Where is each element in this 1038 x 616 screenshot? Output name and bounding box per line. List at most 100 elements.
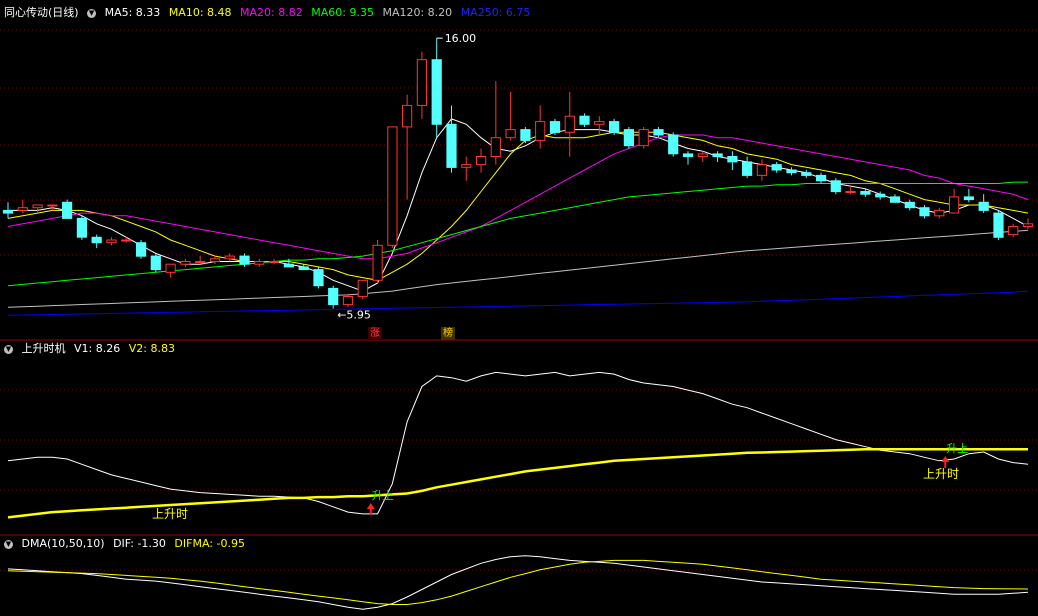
candle-body [579,115,590,125]
candle-body [668,134,679,155]
candle-body [653,129,664,136]
candle-body [476,156,487,166]
candle-body [150,255,161,271]
sub1-title: 上升时机 [21,342,66,355]
candle-body [328,287,339,305]
leaderboard-tag[interactable]: 榜 [441,327,455,340]
candle-body [195,261,206,263]
candle-body [978,201,989,211]
candle-body [402,104,413,128]
candle-body [949,196,960,214]
sub1-v2-value: V2: 8.83 [128,342,175,355]
sub1-panel-header: ▼ 上升时机 V1: 8.26 V2: 8.83 [4,342,180,356]
stock-chart-canvas[interactable]: 16.00←5.95升上上升时升上上升时 [0,0,1038,616]
sub2-settings-button[interactable]: ▼ [4,539,13,549]
candle-body [638,129,649,147]
candle-body [682,153,694,158]
candle-body [254,261,265,265]
candle-body [860,191,871,195]
ma-line-ma120 [7,229,1029,308]
candle-body [697,153,708,158]
candle-body [62,201,73,219]
candle-body [283,263,294,268]
candle-body [1022,223,1034,228]
ma-line-ma20 [7,134,1029,260]
candle-body [535,121,546,141]
signal-text-label: 上升时 [152,507,188,521]
candle-body [963,196,974,201]
buy-arrow-icon [366,503,375,515]
candle-body [269,261,280,263]
sub2-title: DMA(10,50,10) [21,537,105,550]
candle-body [47,204,58,207]
candle-body [845,191,856,193]
sub2-dif-value: DIF: -1.30 [113,537,166,550]
ma5-value: MA5: 8.33 [104,6,161,19]
candle-body [2,209,14,214]
ma120-value: MA120: 8.20 [382,6,453,19]
limit-up-tag[interactable]: 涨 [368,327,382,340]
candle-body [549,121,561,133]
ma250-value: MA250: 6.75 [460,6,531,19]
candle-body [564,115,575,133]
candle-body [505,129,516,139]
candle-body [727,156,738,163]
candle-body [1008,226,1019,236]
candle-body [904,201,915,209]
candle-body [357,279,368,297]
candle-body [136,242,147,257]
candle-body [609,121,620,133]
candle-body [742,161,753,176]
candle-body [993,212,1004,238]
sub1-settings-button[interactable]: ▼ [4,344,13,354]
ma-line-ma250 [7,290,1029,316]
candle-body [712,153,723,158]
candle-body [490,137,501,157]
sub1-v1-value: V1: 8.26 [74,342,121,355]
candle-body [431,59,442,125]
stock-title: 同心传动(日线) [4,6,79,19]
sub2-line-difma [7,559,1029,605]
candle-body [17,207,28,211]
ma-line-ma60 [7,181,1028,287]
candle-body [416,59,427,106]
ma20-value: MA20: 8.82 [240,6,303,19]
candle-body [756,164,767,176]
candle-body [224,255,235,260]
candle-body [313,269,324,287]
candle-body [830,180,841,193]
candle-body [771,164,782,171]
candle-body [209,258,221,262]
sub2-panel-header: ▼ DMA(10,50,10) DIF: -1.30 DIFMA: -0.95 [4,537,250,551]
candle-body [76,217,88,238]
sub1-line-v1 [7,371,1029,515]
candle-body [816,174,827,182]
candle-body [239,255,250,265]
ma10-value: MA10: 8.48 [168,6,232,19]
candle-body [801,172,812,176]
signal-up-label: 升上 [946,442,968,455]
candle-body [520,129,531,141]
high-price-label: 16.00 [445,32,477,45]
candle-body [623,129,634,147]
candle-body [786,169,797,174]
candle-body [889,196,901,203]
low-price-label: ←5.95 [337,309,371,322]
candle-body [594,121,605,125]
candle-body [32,204,43,209]
candle-body [387,126,398,246]
signal-text-label: 上升时 [923,467,959,481]
candle-body [372,244,383,281]
candle-body [919,207,930,217]
candle-body [298,266,309,271]
candle-body [180,261,191,265]
candle-body [121,239,132,242]
indicator-settings-button[interactable]: ▼ [87,8,97,18]
candle-body [165,263,176,273]
candle-body [91,236,102,244]
candle-body [461,164,472,168]
ma60-value: MA60: 9.35 [311,6,374,19]
candle-body [446,123,457,168]
candle-body [342,296,354,306]
main-panel-header: 同心传动(日线) ▼ MA5: 8.33 MA10: 8.48 MA20: 8.… [4,6,535,20]
